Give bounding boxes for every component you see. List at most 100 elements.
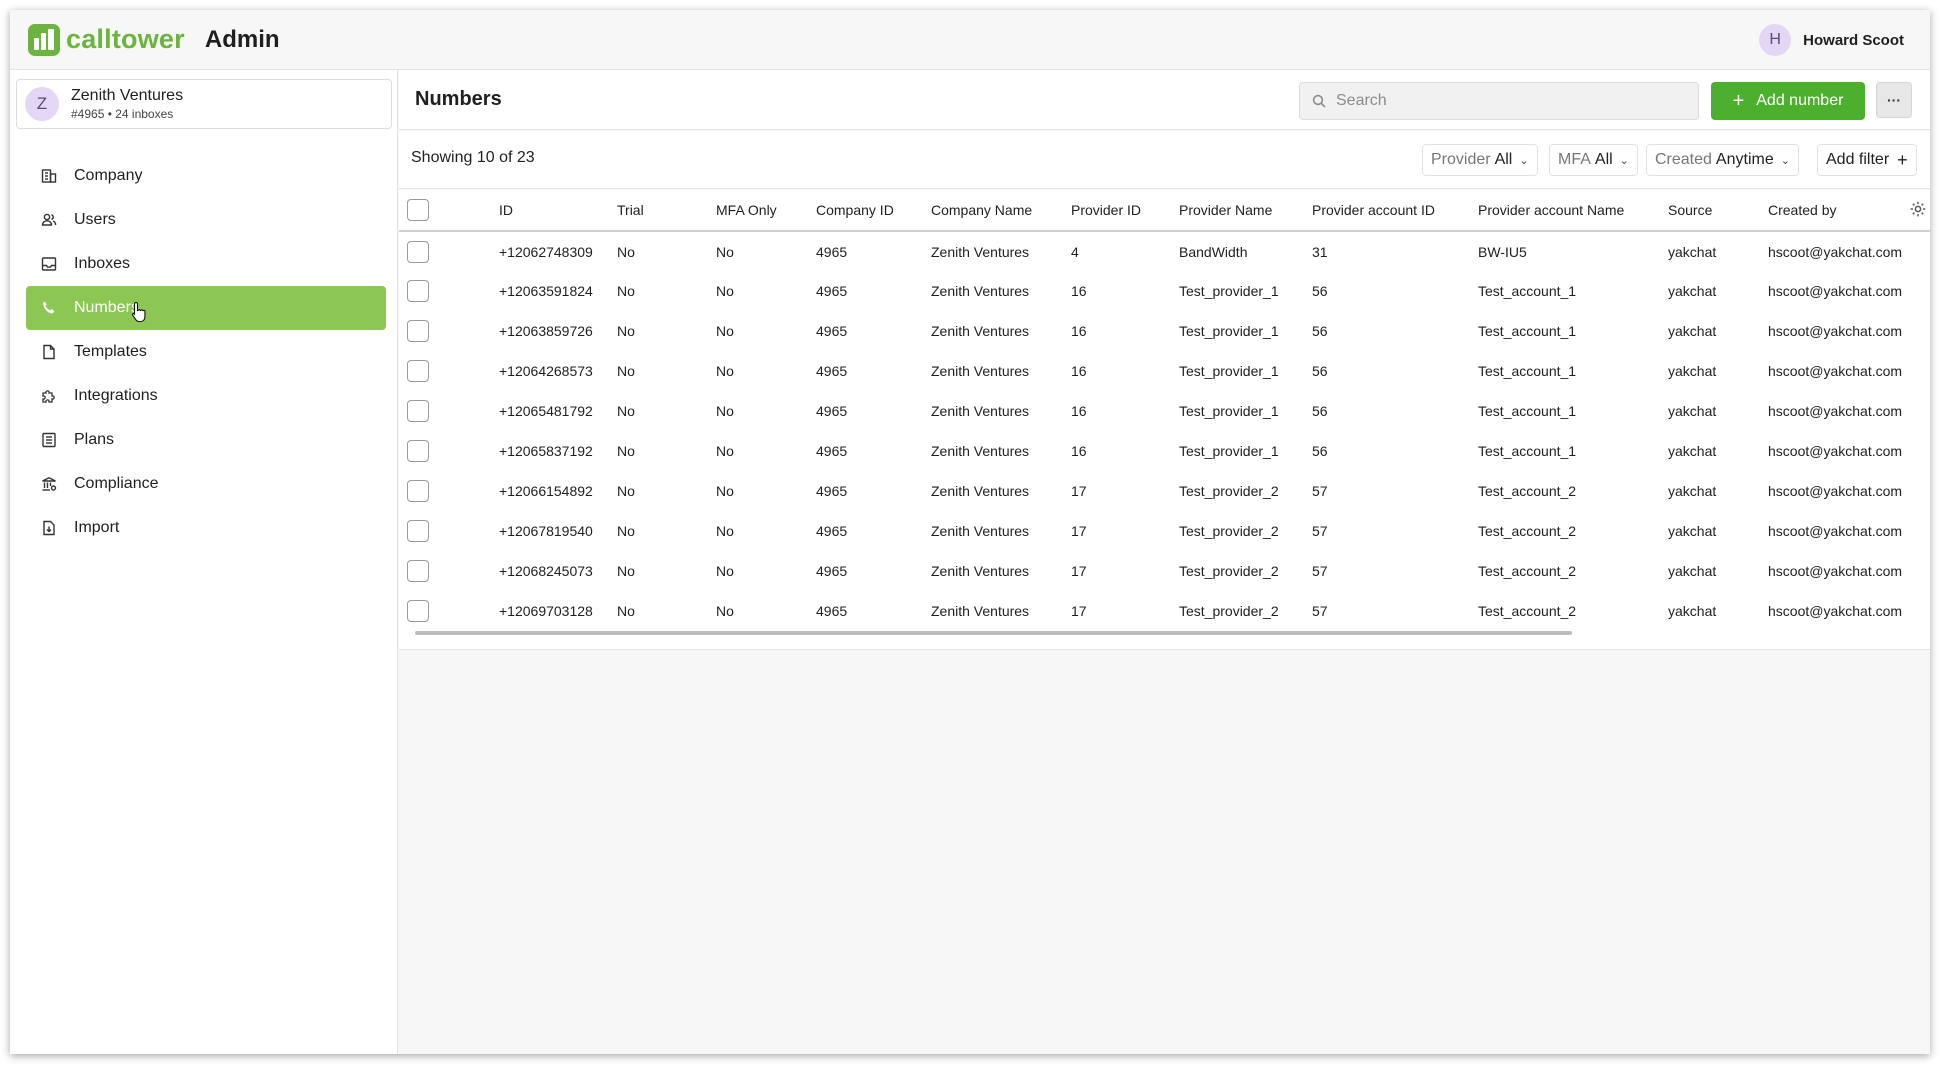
sidebar-item-inboxes[interactable]: Inboxes (26, 242, 386, 286)
table-cell: +12064268573 (499, 363, 593, 379)
table-cell: No (716, 603, 734, 619)
filter-created[interactable]: Created Anytime ⌄ (1646, 144, 1799, 176)
logo[interactable]: calltower (28, 23, 185, 56)
org-info: Zenith Ventures #4965 • 24 inboxes (71, 87, 183, 121)
table-cell: Test_account_1 (1478, 403, 1577, 419)
org-subtitle: #4965 • 24 inboxes (71, 107, 174, 121)
select-all-cell (399, 190, 499, 232)
sidebar-item-import[interactable]: Import (26, 506, 386, 550)
table-cell: Test_provider_1 (1179, 283, 1279, 299)
file-import-icon (40, 519, 58, 537)
sidebar-item-label: Compliance (74, 475, 159, 492)
more-options-button[interactable]: ··· (1876, 82, 1912, 118)
table-body: +12062748309 No No 4965 Zenith Ventures 4 Band… (399, 231, 1930, 631)
table-cell: Test_provider_2 (1179, 563, 1279, 579)
table-row[interactable]: +12065837192 No No 4965 Zenith Ventures 16 Tes… (399, 431, 1930, 471)
sidebar-item-compliance[interactable]: Compliance (26, 462, 386, 506)
filter-label: Created (1655, 151, 1712, 168)
add-filter-button[interactable]: Add filter + (1817, 144, 1917, 176)
row-select-cell (399, 391, 499, 431)
column-header[interactable]: Company ID (816, 190, 931, 232)
table-cell: 4965 (816, 603, 848, 619)
sidebar-item-label: Users (74, 211, 116, 228)
table-cell: Zenith Ventures (931, 603, 1030, 619)
table-cell: yakchat (1668, 483, 1717, 499)
table-row[interactable]: +12063859726 No No 4965 Zenith Ventures 16 Tes… (399, 311, 1930, 351)
column-header[interactable]: Source (1668, 190, 1768, 232)
row-checkbox[interactable] (407, 360, 429, 382)
table-cell: 16 (1071, 403, 1087, 419)
bank-icon (40, 475, 58, 493)
search-input[interactable] (1336, 92, 1676, 110)
sidebar-item-label: Numbers (74, 299, 139, 316)
table-row[interactable]: +12068245073 No No 4965 Zenith Ventures 17 Tes… (399, 551, 1930, 591)
column-header[interactable]: Trial (617, 190, 716, 232)
row-checkbox[interactable] (407, 280, 429, 302)
select-all-checkbox[interactable] (407, 199, 429, 221)
numbers-grid: ID Trial MFA Only Company ID Company Nam… (399, 190, 1930, 631)
org-switcher[interactable]: Z Zenith Ventures #4965 • 24 inboxes (16, 79, 392, 129)
table-cell: 4965 (816, 243, 848, 260)
table-cell: 4965 (816, 323, 848, 339)
table-cell: Zenith Ventures (931, 403, 1030, 419)
org-avatar: Z (25, 87, 59, 121)
column-header[interactable]: Provider account Name (1478, 190, 1668, 232)
table-cell: Zenith Ventures (931, 563, 1030, 579)
column-header[interactable]: Provider ID (1071, 190, 1179, 232)
row-select-cell (399, 231, 499, 271)
user-avatar: H (1759, 24, 1792, 56)
table-cell: Test_provider_2 (1179, 523, 1279, 539)
column-header[interactable]: Created by (1768, 190, 1930, 232)
table-cell: +12066154892 (499, 483, 593, 499)
add-number-button[interactable]: + Add number (1711, 82, 1865, 120)
list-icon (40, 431, 58, 449)
column-header[interactable]: ID (499, 190, 617, 232)
search-box[interactable] (1299, 82, 1699, 120)
row-checkbox[interactable] (407, 480, 429, 502)
table-cell: 31 (1312, 243, 1328, 260)
row-checkbox[interactable] (407, 240, 429, 263)
column-header[interactable]: Provider Name (1179, 190, 1312, 232)
column-header[interactable]: MFA Only (716, 190, 816, 232)
horizontal-scrollbar[interactable] (415, 631, 1572, 635)
puzzle-icon (40, 387, 58, 405)
plus-icon: + (1897, 149, 1908, 170)
table-row[interactable]: +12064268573 No No 4965 Zenith Ventures 16 Tes… (399, 351, 1930, 391)
sidebar-item-users[interactable]: Users (26, 198, 386, 242)
table-row[interactable]: +12063591824 No No 4965 Zenith Ventures 16 Tes… (399, 271, 1930, 311)
row-checkbox[interactable] (407, 600, 429, 622)
table-row[interactable]: +12069703128 No No 4965 Zenith Ventures 17 Tes… (399, 591, 1930, 631)
sidebar-item-plans[interactable]: Plans (26, 418, 386, 462)
gear-icon[interactable] (1909, 200, 1927, 218)
row-checkbox[interactable] (407, 520, 429, 542)
table-cell: 57 (1312, 483, 1328, 499)
filter-mfa[interactable]: MFA All ⌄ (1549, 144, 1638, 176)
filter-provider[interactable]: Provider All ⌄ (1422, 144, 1538, 176)
row-checkbox[interactable] (407, 400, 429, 422)
sidebar-item-numbers[interactable]: Numbers (26, 286, 386, 330)
user-menu[interactable]: H Howard Scoot (1759, 24, 1904, 56)
user-name: Howard Scoot (1803, 31, 1904, 49)
table-cell: 4965 (816, 363, 848, 379)
table-row[interactable]: +12062748309 No No 4965 Zenith Ventures 4 Band… (399, 231, 1930, 271)
sidebar-item-templates[interactable]: Templates (26, 330, 386, 374)
sidebar-item-integrations[interactable]: Integrations (26, 374, 386, 418)
row-checkbox[interactable] (407, 560, 429, 582)
page-header: Numbers + Add number ··· (399, 70, 1930, 130)
column-header[interactable]: Company Name (931, 190, 1071, 232)
row-checkbox[interactable] (407, 320, 429, 342)
table-row[interactable]: +12066154892 No No 4965 Zenith Ventures 17 Tes… (399, 471, 1930, 511)
brand-name: calltower (66, 24, 185, 54)
table-cell: 56 (1312, 443, 1328, 459)
table-row[interactable]: +12065481792 No No 4965 Zenith Ventures 16 Tes… (399, 391, 1930, 431)
table-cell: No (716, 443, 734, 459)
table-cell: 16 (1071, 323, 1087, 339)
column-header[interactable]: Provider account ID (1312, 190, 1478, 232)
sidebar: Z Zenith Ventures #4965 • 24 inboxes Com… (10, 70, 398, 1054)
row-checkbox[interactable] (407, 440, 429, 462)
building-icon (40, 167, 58, 185)
table-cell: yakchat (1668, 243, 1717, 260)
sidebar-item-company[interactable]: Company (26, 154, 386, 198)
table-row[interactable]: +12067819540 No No 4965 Zenith Ventures 17 Tes… (399, 511, 1930, 551)
filter-label: MFA (1558, 151, 1591, 168)
